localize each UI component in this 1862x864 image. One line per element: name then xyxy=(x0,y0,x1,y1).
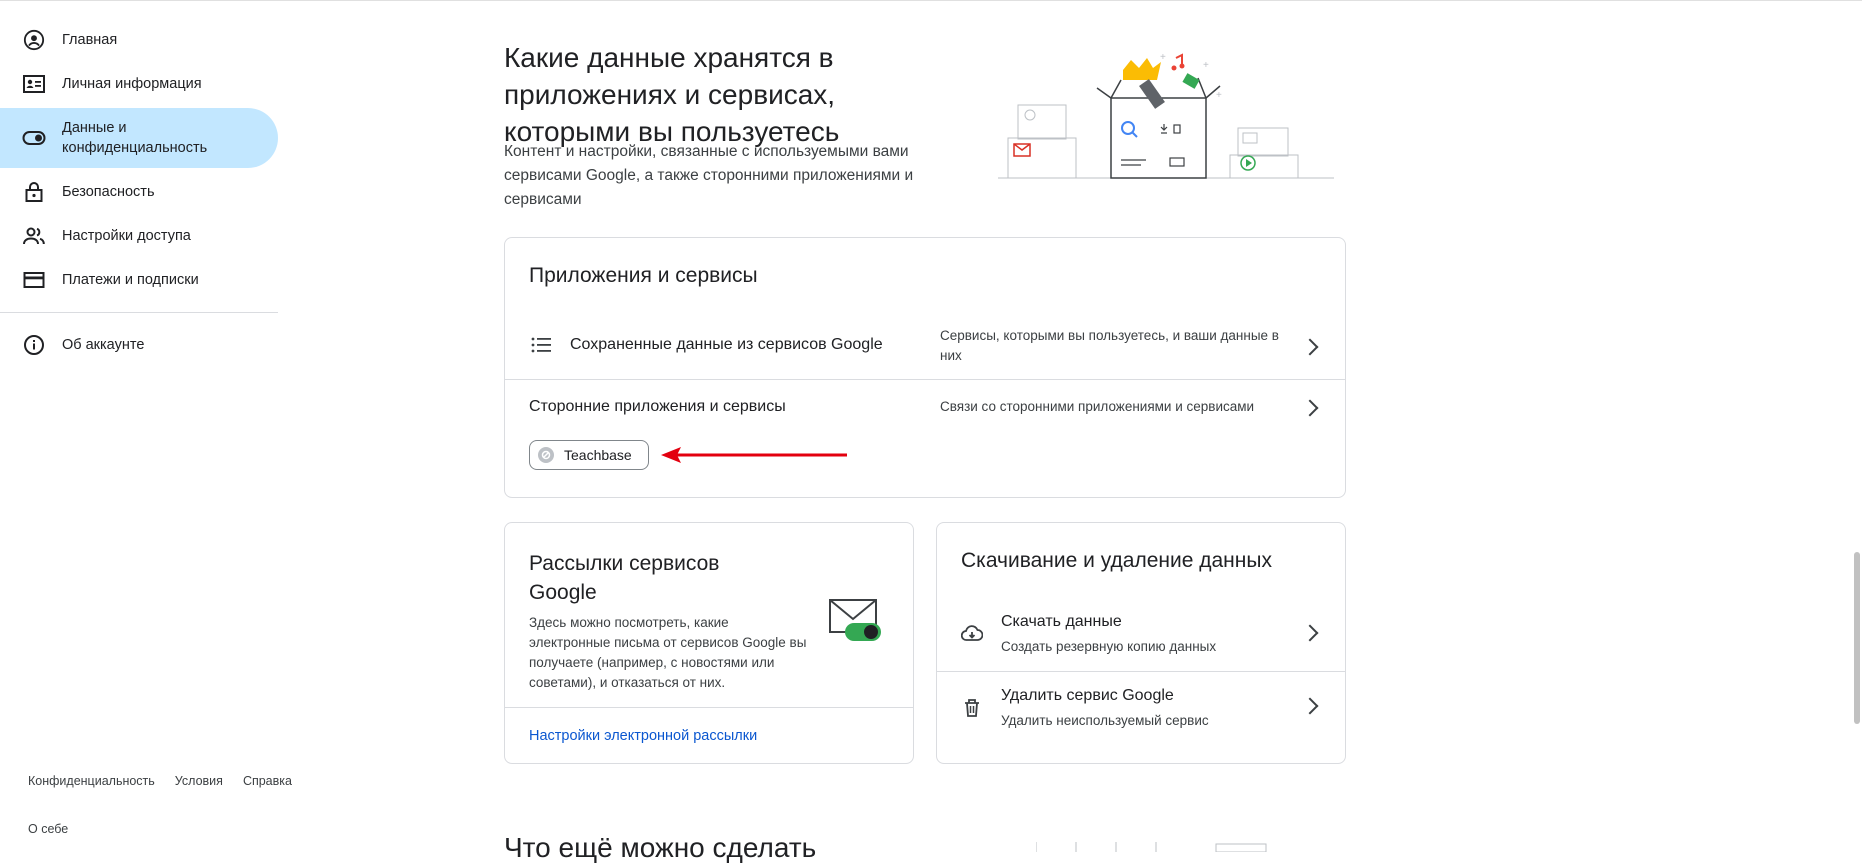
sidebar-divider xyxy=(0,312,278,313)
download-desc: Создать резервную копию данных xyxy=(1001,639,1217,654)
sidebar-item-home[interactable]: Главная xyxy=(0,18,280,62)
third-party-apps-row[interactable]: Сторонние приложения и сервисы Связи со … xyxy=(505,380,1345,434)
sidebar-item-label: Безопасность xyxy=(62,184,155,200)
sidebar-item-sharing[interactable]: Настройки доступа xyxy=(0,214,280,258)
footer-link-privacy[interactable]: Конфиденциальность xyxy=(28,774,155,788)
newsletters-card: Рассылки сервисов Google Здесь можно пос… xyxy=(504,522,914,764)
page-subtitle: Контент и настройки, связанные с использ… xyxy=(504,143,914,208)
id-card-icon xyxy=(22,72,46,96)
account-circle-icon xyxy=(22,28,46,52)
bottom-illustration-peek xyxy=(1036,842,1267,852)
data-box-illustration: + + + xyxy=(998,52,1334,179)
footer-link-help[interactable]: Справка xyxy=(243,774,292,788)
svg-text:+: + xyxy=(1216,90,1222,101)
svg-text:+: + xyxy=(1160,52,1166,63)
chip-label: Teachbase xyxy=(564,447,632,463)
delete-desc: Удалить неиспользуемый сервис xyxy=(1001,713,1209,728)
sidebar-item-data-privacy[interactable]: Данные и конфиденциальность xyxy=(0,108,278,168)
download-card-title: Скачивание и удаление данных xyxy=(961,549,1272,572)
more-actions-title: Что ещё можно сделать xyxy=(504,832,817,863)
sidebar-item-label: Данные и конфиденциальность xyxy=(62,120,208,156)
download-data-row[interactable]: Скачать данные Создать резервную копию д… xyxy=(937,597,1345,669)
app-placeholder-icon xyxy=(538,447,554,463)
footer-link-terms[interactable]: Условия xyxy=(175,774,223,788)
delete-service-row[interactable]: Удалить сервис Google Удалить неиспользу… xyxy=(937,673,1345,745)
sidebar-item-about-account[interactable]: Об аккаунте xyxy=(0,323,280,367)
footer-link-about[interactable]: О себе xyxy=(28,822,68,836)
lock-icon xyxy=(22,180,46,204)
chevron-right-icon xyxy=(1301,399,1319,417)
svg-text:+: + xyxy=(1203,60,1209,71)
info-icon xyxy=(22,333,46,357)
row-divider xyxy=(505,707,913,708)
download-label: Скачать данные xyxy=(1001,613,1122,630)
trash-icon xyxy=(963,698,981,723)
page-title: Какие данные хранятся в приложениях и се… xyxy=(504,41,840,147)
saved-data-label: Сохраненные данные из сервисов Google xyxy=(570,336,883,353)
list-icon xyxy=(531,336,551,359)
row-divider xyxy=(937,671,1345,672)
sidebar-item-label: Об аккаунте xyxy=(62,337,145,353)
top-border xyxy=(0,0,1862,1)
people-icon xyxy=(22,224,46,248)
sidebar-item-security[interactable]: Безопасность xyxy=(0,170,280,214)
sidebar-item-payments[interactable]: Платежи и подписки xyxy=(0,258,280,302)
chevron-right-icon xyxy=(1301,338,1319,356)
third-party-desc: Связи со сторонними приложениями и серви… xyxy=(940,399,1255,414)
mail-toggle-illustration xyxy=(829,599,881,641)
chevron-right-icon xyxy=(1301,697,1319,715)
red-arrow-annotation xyxy=(661,447,847,463)
teachbase-app-chip[interactable]: Teachbase xyxy=(529,440,649,470)
sidebar-item-label: Главная xyxy=(62,32,118,48)
sidebar-item-label: Личная информация xyxy=(62,76,202,92)
newsletters-card-title: Рассылки сервисов Google xyxy=(529,552,720,604)
cloud-download-icon xyxy=(960,625,984,648)
sidebar-nav: Главная Личная информация Данные и конфи… xyxy=(0,18,280,367)
newsletters-desc: Здесь можно посмотреть, какие электронны… xyxy=(529,615,807,690)
sidebar-item-personal-info[interactable]: Личная информация xyxy=(0,62,280,106)
toggle-icon xyxy=(22,126,46,150)
email-settings-link[interactable]: Настройки электронной рассылки xyxy=(529,728,757,744)
sidebar-item-label: Настройки доступа xyxy=(62,228,191,244)
credit-card-icon xyxy=(22,268,46,292)
saved-data-row[interactable]: Сохраненные данные из сервисов Google Се… xyxy=(505,318,1345,374)
apps-services-card: Приложения и сервисы Сохраненные данные … xyxy=(504,237,1346,498)
apps-card-title: Приложения и сервисы xyxy=(529,264,758,287)
delete-label: Удалить сервис Google xyxy=(1001,687,1174,704)
page-scrollbar[interactable] xyxy=(1854,552,1860,724)
third-party-label: Сторонние приложения и сервисы xyxy=(529,398,786,415)
chevron-right-icon xyxy=(1301,624,1319,642)
footer-links: Конфиденциальность Условия Справка xyxy=(28,774,312,788)
download-delete-card: Скачивание и удаление данных Скачать дан… xyxy=(936,522,1346,764)
sidebar-item-label: Платежи и подписки xyxy=(62,272,199,288)
saved-data-desc: Сервисы, которыми вы пользуетесь, и ваши… xyxy=(940,328,1279,363)
